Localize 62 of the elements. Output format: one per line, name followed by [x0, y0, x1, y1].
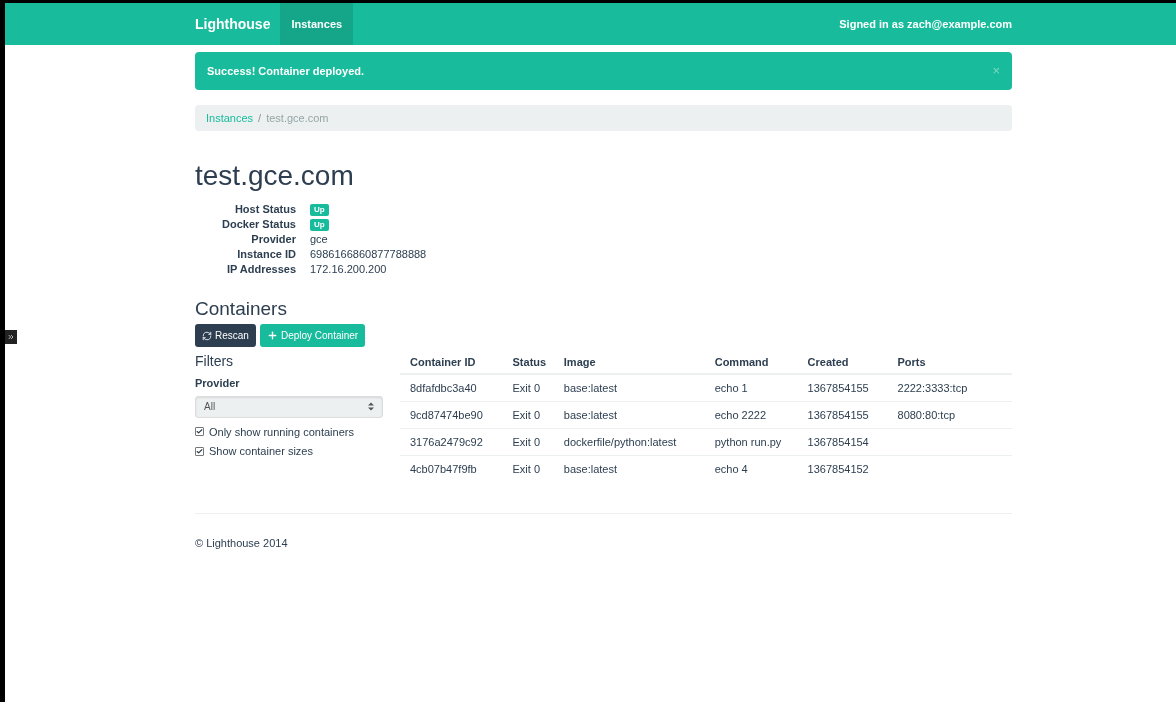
- detail-label: IP Addresses: [225, 262, 297, 278]
- table-cell: 4cb07b47f9fb: [410, 463, 477, 476]
- table-cell: 1367854154: [807, 435, 869, 448]
- column-header: Status: [512, 354, 548, 370]
- table-cell: 1367854155: [807, 381, 869, 394]
- refresh-icon: [202, 330, 212, 341]
- table-cell: echo 1: [714, 381, 748, 394]
- breadcrumb-separator: /: [258, 110, 262, 126]
- detail-label: Instance ID: [236, 247, 297, 263]
- table-cell: 8dfafdbc3a40: [410, 381, 477, 394]
- checkbox-label: Only show running containers: [209, 424, 354, 440]
- alert-message: Success! Container deployed.: [207, 63, 365, 79]
- table-cell: 9cd87474be90: [410, 408, 483, 421]
- column-header: Ports: [897, 354, 927, 370]
- close-button[interactable]: ×: [992, 61, 1000, 81]
- table-cell: base:latest: [563, 408, 617, 421]
- status-badge: Up: [310, 218, 329, 231]
- detail-value: 172.16.200.200: [310, 262, 387, 278]
- table-cell: echo 4: [714, 463, 748, 476]
- column-header: Created: [807, 354, 850, 370]
- checkbox-label: Show container sizes: [209, 444, 313, 459]
- detail-value: gce: [310, 232, 328, 248]
- table-cell: 2222:3333:tcp: [897, 381, 968, 394]
- detail-label: Docker Status: [221, 217, 297, 233]
- detail-label: Host Status: [233, 202, 297, 218]
- table-cell: echo 2222: [714, 408, 767, 421]
- breadcrumb-link[interactable]: Instances: [206, 109, 254, 127]
- filters-heading: Filters: [195, 352, 235, 371]
- plus-icon: [266, 330, 278, 341]
- provider-label: Provider: [195, 376, 241, 391]
- table-cell: 1367854152: [807, 463, 869, 476]
- checkbox[interactable]: [195, 446, 204, 456]
- column-header: Image: [563, 354, 597, 370]
- table-cell: base:latest: [563, 381, 617, 394]
- table-cell: 1367854155: [807, 408, 869, 421]
- signed-in-text: Signed in as zach@example.com: [839, 16, 1012, 32]
- table-cell: Exit 0: [512, 435, 541, 448]
- rescan-button[interactable]: Rescan: [195, 324, 256, 347]
- page-title: test.gce.com: [195, 160, 355, 192]
- detail-label: Provider: [250, 232, 297, 248]
- nav-tab[interactable]: Instances: [280, 3, 354, 45]
- brand-link[interactable]: Lighthouse: [195, 13, 271, 35]
- deploy-button[interactable]: Deploy Container: [259, 324, 366, 347]
- table-cell: base:latest: [563, 463, 617, 476]
- sidebar-toggle-icon[interactable]: [5, 330, 17, 344]
- table-cell: Exit 0: [512, 463, 541, 476]
- status-badge: Up: [310, 203, 329, 216]
- footer-text: © Lighthouse 2014: [195, 537, 288, 549]
- table-cell: python run.py: [714, 435, 782, 448]
- table-cell: Exit 0: [512, 408, 541, 421]
- table-cell: 3176a2479c92: [410, 435, 483, 448]
- column-header: Command: [714, 354, 770, 370]
- table-cell: 8080:80:tcp: [897, 408, 955, 421]
- select-arrows-icon: [368, 402, 374, 411]
- checkbox[interactable]: [195, 427, 204, 437]
- provider-select[interactable]: All: [195, 395, 383, 418]
- table-cell: dockerfile/python:latest: [563, 435, 677, 448]
- column-header: Container ID: [410, 354, 477, 370]
- section-heading: Containers: [195, 297, 288, 321]
- detail-value: 6986166860877788888: [310, 247, 427, 263]
- table-cell: Exit 0: [512, 381, 541, 394]
- breadcrumb-current: test.gce.com: [266, 110, 329, 126]
